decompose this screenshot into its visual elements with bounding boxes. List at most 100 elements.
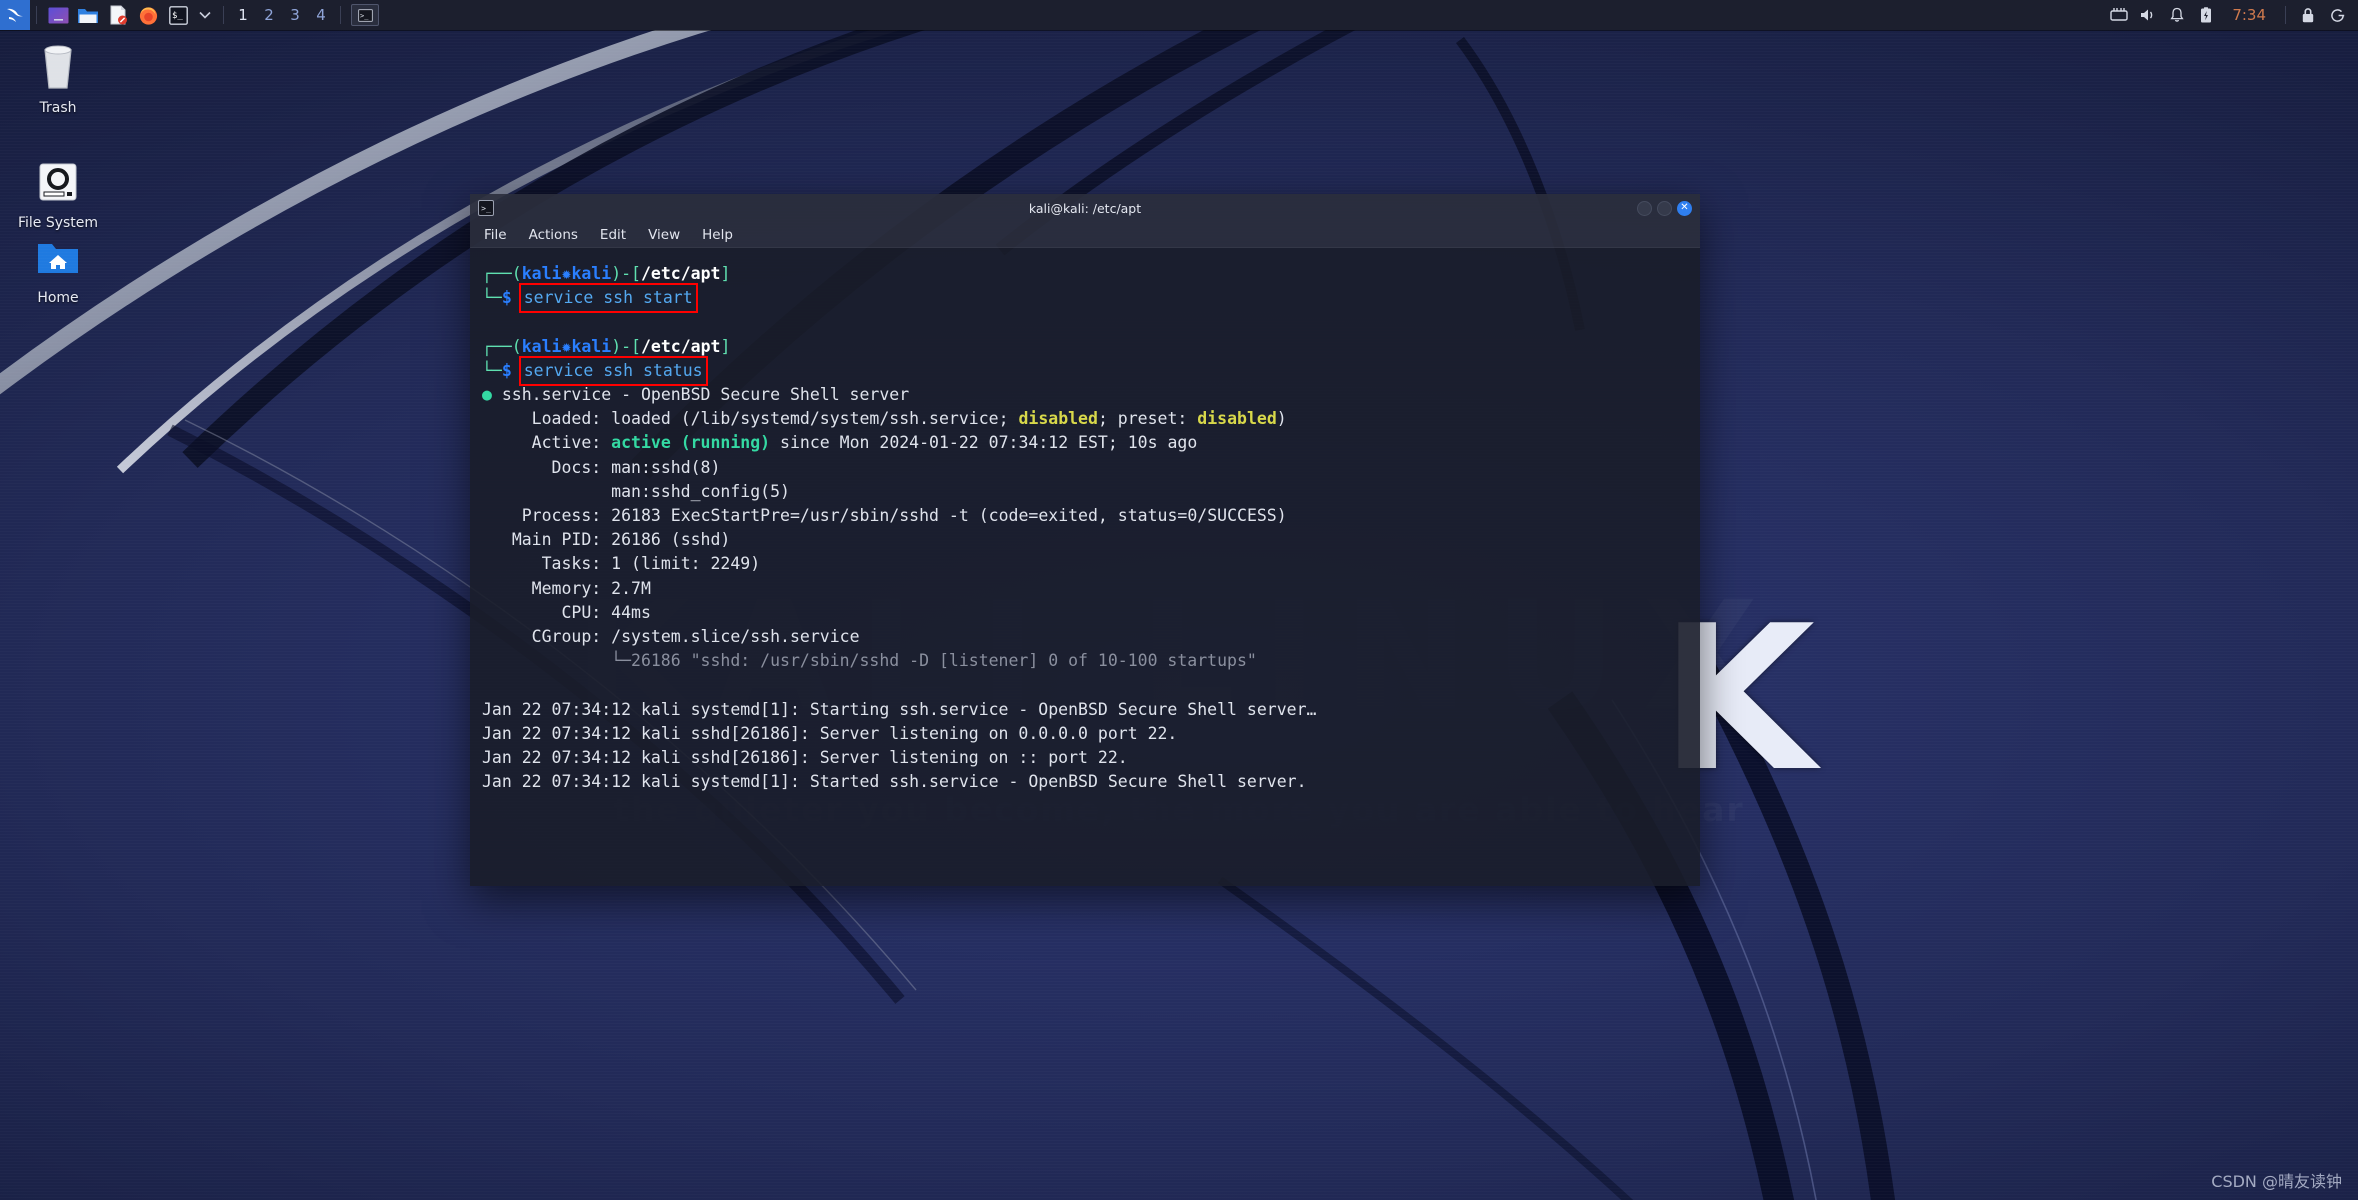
window-controls[interactable]: ✕: [1637, 200, 1692, 216]
battery-icon[interactable]: [2193, 0, 2219, 30]
kali-menu-button[interactable]: [0, 0, 30, 30]
menu-help[interactable]: Help: [698, 225, 737, 245]
prompt-user: kali: [521, 336, 562, 356]
cgroup-value: /system.slice/ssh.service: [611, 627, 860, 647]
desktop-icon-file-system[interactable]: File System: [10, 155, 106, 231]
panel-divider: [2285, 6, 2286, 24]
panel-divider: [340, 6, 341, 24]
journal-line-3: Jan 22 07:34:12 kali sshd[26186]: Server…: [482, 748, 1128, 768]
desktop-icon-label: Trash: [39, 100, 77, 116]
firefox-icon: [139, 6, 157, 25]
window-titlebar[interactable]: >_ kali@kali: /etc/apt ✕: [470, 194, 1700, 222]
terminal-output: ┌──(kali✹kali)-[/etc/apt] └─$ service ss…: [482, 264, 1317, 792]
workspace-2[interactable]: 2: [256, 0, 282, 30]
service-status-dot: ●: [482, 385, 492, 405]
launcher-dropdown-arrow[interactable]: [193, 0, 217, 30]
command-line-1: service ssh start: [523, 288, 693, 308]
svg-text:>_: >_: [360, 12, 369, 20]
network-icon[interactable]: [2106, 0, 2132, 30]
process-value: 26183 ExecStartPre=/usr/sbin/sshd -t (co…: [611, 506, 1287, 526]
top-panel[interactable]: $_ 1 2 3 4 >_ 7:34: [0, 0, 2358, 30]
volume-icon[interactable]: [2135, 0, 2161, 30]
loaded-preset: disabled: [1197, 409, 1277, 429]
desktop-icon-home[interactable]: Home: [10, 230, 106, 306]
launcher-terminal-dropdown[interactable]: $_: [163, 0, 193, 30]
mainpid-label: Main PID:: [511, 530, 602, 550]
home-folder-icon: [10, 230, 106, 284]
terminal-icon: [48, 7, 68, 23]
docs-label: Docs:: [551, 457, 602, 477]
kali-dragon-icon: [7, 8, 23, 22]
docs-line-1: man:sshd(8): [611, 457, 721, 477]
memory-label: Memory:: [531, 578, 602, 598]
chevron-down-icon: [199, 11, 211, 19]
window-title: kali@kali: /etc/apt: [1028, 200, 1142, 216]
lock-screen-icon[interactable]: [2295, 0, 2321, 30]
launcher-file-manager[interactable]: [73, 0, 103, 30]
cgroup-child: └─26186 "sshd: /usr/sbin/sshd -D [listen…: [611, 651, 1257, 671]
tasks-value: 1 (limit: 2249): [611, 554, 761, 574]
desktop[interactable]: KALI LINUX the quieter you become, the m…: [0, 0, 2358, 1200]
panel-divider: [223, 6, 224, 24]
prompt-host: kali: [571, 336, 612, 356]
terminal-window[interactable]: >_ kali@kali: /etc/apt ✕ File Actions Ed…: [470, 194, 1700, 886]
clock[interactable]: 7:34: [2222, 6, 2276, 24]
file-system-icon: [10, 155, 106, 209]
workspace-4[interactable]: 4: [308, 0, 334, 30]
active-label: Active:: [531, 433, 602, 453]
launcher-firefox[interactable]: [133, 0, 163, 30]
maximize-button[interactable]: [1657, 200, 1672, 216]
terminal-prompt-icon: $_: [168, 5, 188, 25]
notification-bell-icon[interactable]: [2164, 0, 2190, 30]
service-header: ssh.service - OpenBSD Secure Shell serve…: [501, 385, 910, 405]
menu-edit[interactable]: Edit: [596, 225, 630, 245]
watermark: CSDN @晴友读钟: [2211, 1172, 2342, 1191]
taskbar-item-terminal[interactable]: >_: [351, 4, 379, 26]
loaded-value: loaded (/lib/systemd/system/ssh.service;: [611, 409, 1019, 429]
command-line-2: service ssh status: [523, 360, 703, 380]
desktop-icon-label: File System: [17, 215, 99, 231]
menu-view[interactable]: View: [644, 225, 684, 245]
logout-icon[interactable]: [2324, 0, 2350, 30]
desktop-icon-label: Home: [37, 290, 79, 306]
menu-file[interactable]: File: [480, 225, 511, 245]
workspace-1[interactable]: 1: [230, 0, 256, 30]
menu-actions[interactable]: Actions: [525, 225, 582, 245]
active-rest: since Mon 2024-01-22 07:34:12 EST; 10s a…: [770, 433, 1198, 453]
system-tray[interactable]: 7:34: [2106, 0, 2358, 30]
minimize-button[interactable]: [1637, 200, 1652, 216]
launcher-terminal-emulator[interactable]: [43, 0, 73, 30]
loaded-label: Loaded:: [531, 409, 602, 429]
trash-icon: [10, 40, 106, 94]
process-label: Process:: [521, 506, 602, 526]
prompt-path: /etc/apt: [641, 336, 721, 356]
desktop-icon-trash[interactable]: Trash: [10, 40, 106, 116]
launcher-text-editor[interactable]: [103, 0, 133, 30]
prompt-sigil: $: [501, 360, 512, 380]
prompt-path: /etc/apt: [641, 264, 721, 283]
folder-icon: [78, 9, 98, 23]
prompt-separator-icon: ✹: [561, 336, 572, 356]
terminal-body[interactable]: ┌──(kali✹kali)-[/etc/apt] └─$ service ss…: [470, 248, 1700, 886]
prompt-user: kali: [521, 264, 562, 283]
loaded-close-paren: ): [1276, 409, 1287, 429]
journal-line-1: Jan 22 07:34:12 kali systemd[1]: Startin…: [482, 699, 1317, 719]
close-button[interactable]: ✕: [1677, 200, 1692, 216]
cpu-value: 44ms: [611, 602, 651, 622]
docs-line-2: man:sshd_config(5): [611, 481, 790, 501]
prompt-sigil: $: [501, 288, 512, 308]
tasks-label: Tasks:: [541, 554, 602, 574]
memory-value: 2.7M: [611, 578, 651, 598]
loaded-preset-label: ; preset:: [1097, 409, 1198, 429]
svg-text:$_: $_: [172, 11, 183, 21]
terminal-window-icon: >_: [478, 200, 494, 216]
panel-divider: [36, 6, 37, 24]
window-menubar[interactable]: File Actions Edit View Help: [470, 222, 1700, 248]
cgroup-label: CGroup:: [531, 627, 602, 647]
document-icon: [110, 5, 127, 25]
prompt-host: kali: [571, 264, 612, 283]
journal-line-4: Jan 22 07:34:12 kali systemd[1]: Started…: [482, 772, 1307, 792]
active-state: active (running): [611, 433, 771, 453]
mainpid-value: 26186 (sshd): [611, 530, 731, 550]
workspace-3[interactable]: 3: [282, 0, 308, 30]
